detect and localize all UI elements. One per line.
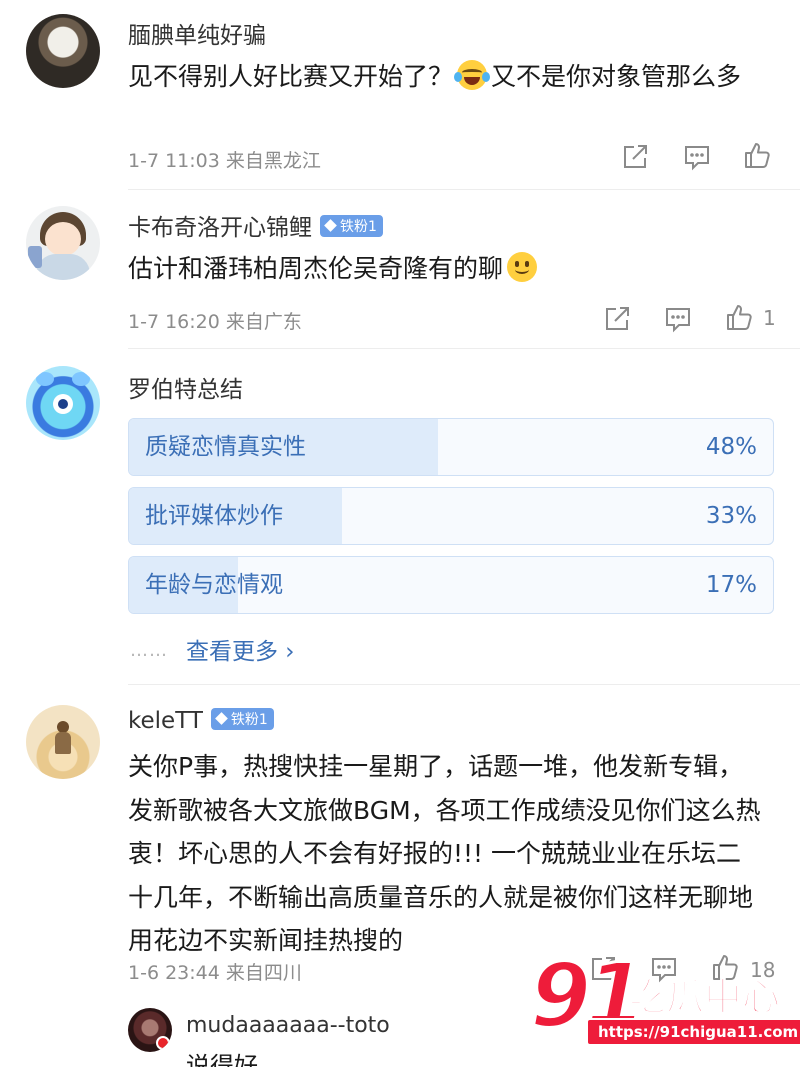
poll-option-percent: 33% (705, 503, 757, 529)
like-icon[interactable] (742, 140, 772, 170)
comment-meta: 1-6 23:44 来自四川 (128, 958, 302, 985)
comment-time: 1-7 16:20 (128, 311, 220, 333)
fan-badge-label: 铁粉1 (230, 711, 268, 728)
diamond-icon (324, 219, 337, 232)
poll-option-label: 批评媒体炒作 (145, 503, 283, 529)
avatar[interactable] (26, 705, 100, 779)
like-icon[interactable] (724, 302, 754, 332)
share-icon[interactable] (620, 142, 650, 172)
crying-laughing-emoji (454, 60, 491, 90)
poll-option-percent: 17% (705, 572, 757, 598)
poll-option[interactable]: 年龄与恋情观 17% (128, 556, 774, 614)
diamond-icon (215, 712, 228, 725)
avatar[interactable] (26, 14, 100, 88)
comment-location: 来自黑龙江 (225, 150, 321, 172)
comment-author[interactable]: 卡布奇洛开心锦鲤 铁粉1 (128, 208, 383, 242)
poll-option-label: 年龄与恋情观 (145, 572, 283, 598)
comment-time: 1-6 23:44 (128, 962, 220, 984)
poll-option[interactable]: 质疑恋情真实性 48% (128, 418, 774, 476)
poll-option-label: 质疑恋情真实性 (145, 434, 306, 460)
watermark-url: https://91chigua11.com (586, 1018, 800, 1046)
comment-author-name[interactable]: keleTT (128, 708, 203, 734)
comment-icon[interactable] (682, 142, 712, 172)
avatar[interactable] (128, 1008, 172, 1052)
comment-author[interactable]: 腼腆单纯好骗 (128, 16, 266, 50)
divider (128, 348, 800, 349)
divider (128, 189, 800, 190)
comment-author-name[interactable]: 卡布奇洛开心锦鲤 (128, 215, 312, 241)
fan-badge-label: 铁粉1 (340, 218, 377, 235)
fan-badge[interactable]: 铁粉1 (210, 707, 274, 730)
poll-option-percent: 48% (705, 434, 757, 460)
ellipsis: …… (130, 640, 168, 661)
comment-text-part: 又不是你对象管那么多 (491, 62, 742, 91)
divider (128, 684, 800, 685)
comment-text-part: 见不得别人好比赛又开始了？ (128, 62, 454, 91)
comment-text: 关你P事，热搜快挂一星期了，话题一堆，他发新专辑，发新歌被各大文旅做BGM，各项… (128, 752, 761, 955)
comment-author[interactable]: keleTT 铁粉1 (128, 707, 274, 734)
share-icon[interactable] (602, 304, 632, 334)
comment-text: 估计和潘玮柏周杰伦吴奇隆有的聊 (128, 248, 764, 289)
watermark-logo-text: 吃瓜中心 (627, 974, 781, 1020)
smile-emoji (507, 252, 538, 282)
summary-author[interactable]: 罗伯特总结 (128, 370, 243, 404)
site-watermark: 91 吃瓜中心 https://91chigua11.com (528, 943, 800, 1052)
comment-meta: 1-7 16:20 来自广东 (128, 307, 302, 334)
comment-text: 见不得别人好比赛又开始了？ 又不是你对象管那么多 (128, 56, 764, 97)
avatar[interactable] (26, 366, 100, 440)
comment-icon[interactable] (663, 304, 693, 334)
comment-location: 来自广东 (225, 311, 302, 333)
poll-option[interactable]: 批评媒体炒作 33% (128, 487, 774, 545)
comment-text-part: 估计和潘玮柏周杰伦吴奇隆有的聊 (128, 254, 504, 283)
reply-author[interactable]: mudaaaaaaa--toto (186, 1013, 390, 1038)
like-count: 1 (763, 306, 776, 330)
fan-badge[interactable]: 铁粉1 (320, 214, 383, 237)
comment-location: 来自四川 (225, 962, 302, 984)
comment-time: 1-7 11:03 (128, 150, 220, 172)
view-more-link[interactable]: 查看更多 › (186, 632, 295, 666)
comment-meta: 1-7 11:03 来自黑龙江 (128, 146, 321, 173)
avatar[interactable] (26, 206, 100, 280)
